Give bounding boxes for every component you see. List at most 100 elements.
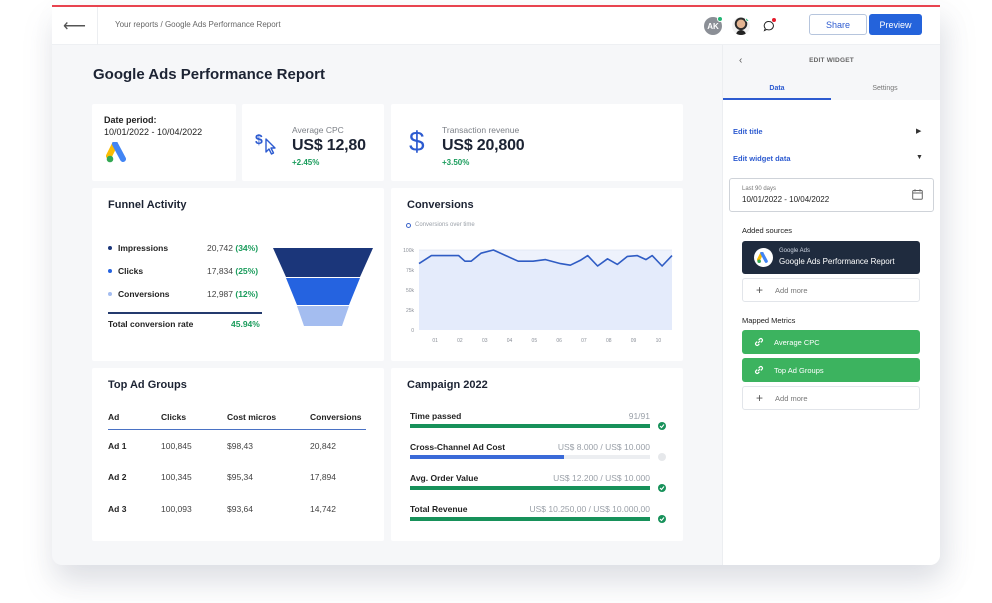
y-tick-label: 25k xyxy=(406,308,415,314)
check-circle-icon xyxy=(658,515,666,523)
goal-progress-fill xyxy=(410,455,564,459)
preview-button[interactable]: Preview xyxy=(869,14,922,35)
x-tick-label: 08 xyxy=(606,338,612,344)
goal-label: Avg. Order Value xyxy=(410,473,479,483)
x-tick-label: 07 xyxy=(581,338,587,344)
funnel-segment-conversions xyxy=(297,306,349,326)
date-period-label: Date period: 10/01/2022 - 10/04/2022 xyxy=(104,114,202,138)
edit-title-link[interactable]: Edit title xyxy=(733,127,763,136)
goal-value: US$ 12.200 / US$ 10.000 xyxy=(553,473,650,483)
top-ad-groups-card[interactable]: Top Ad Groups Ad Clicks Cost micros Conv… xyxy=(92,368,384,541)
cell-conversions: 20,842 xyxy=(310,440,336,451)
edit-widget-panel: ‹ EDIT WIDGET Data Settings Edit title ▶… xyxy=(722,45,940,565)
legend-label: Conversions over time xyxy=(415,222,475,228)
date-range-field[interactable]: Last 90 days 10/01/2022 - 10/04/2022 xyxy=(729,178,934,212)
column-header[interactable]: Clicks xyxy=(161,412,227,430)
x-tick-label: 01 xyxy=(432,338,438,344)
date-range-value: 10/01/2022 - 10/04/2022 xyxy=(742,195,830,204)
funnel-title: Funnel Activity xyxy=(108,199,187,211)
funnel-percent: (12%) xyxy=(235,289,259,299)
source-type: Google Ads xyxy=(779,248,811,254)
conversions-title: Conversions xyxy=(407,199,474,211)
chart-legend[interactable]: Conversions over time xyxy=(406,222,475,228)
column-header[interactable]: Ad xyxy=(108,412,161,430)
tab-data[interactable]: Data xyxy=(723,85,831,100)
funnel-row-conversions: Conversions xyxy=(108,289,170,299)
check-circle-icon xyxy=(658,422,666,430)
back-button[interactable]: ⟵ xyxy=(52,7,98,45)
metric-average-cpc[interactable]: Average CPC xyxy=(742,330,920,354)
cell-ad: Ad 2 xyxy=(108,472,127,483)
legend-dot xyxy=(108,246,112,250)
page-title: Google Ads Performance Report xyxy=(93,66,325,83)
avatar-ak[interactable]: AK xyxy=(704,16,723,35)
avatar-user-photo[interactable] xyxy=(732,17,750,35)
conversions-chart: 0 25k 50k 75k 100k 01 02 03 04 05 06 07 08 09 10 xyxy=(403,248,673,344)
goal-progress-bar xyxy=(410,455,650,459)
add-source-button[interactable]: + Add more xyxy=(742,278,920,302)
legend-dot xyxy=(108,292,112,296)
campaign-card[interactable]: Campaign 2022 Time passed 91/91 Cross-Chan… xyxy=(391,368,683,541)
metric-top-ad-groups[interactable]: Top Ad Groups xyxy=(742,358,920,382)
source-google-ads[interactable]: Google Ads Google Ads Performance Report xyxy=(742,241,920,274)
added-sources-label: Added sources xyxy=(742,226,793,235)
cell-clicks: 100,845 xyxy=(161,440,192,451)
funnel-activity-card[interactable]: Funnel Activity Impressions 20,742 (34%)… xyxy=(92,188,384,361)
google-ads-logo xyxy=(754,248,773,267)
cell-cost: $95,34 xyxy=(227,472,253,483)
add-metric-button[interactable]: + Add more xyxy=(742,386,920,410)
caret-down-icon[interactable]: ▼ xyxy=(916,154,923,161)
caret-right-icon[interactable]: ▶ xyxy=(916,127,921,135)
svg-text:$: $ xyxy=(255,131,263,147)
funnel-percent: (25%) xyxy=(235,266,259,276)
google-ads-logo xyxy=(106,142,126,163)
cell-clicks: 100,093 xyxy=(161,503,192,514)
goal-label: Cross-Channel Ad Cost xyxy=(410,442,506,452)
table-row[interactable]: Ad 3 100,093 $93,64 14,742 xyxy=(108,493,366,525)
cell-conversions: 14,742 xyxy=(310,503,336,514)
column-header[interactable]: Conversions xyxy=(310,412,366,430)
pending-circle-icon xyxy=(658,453,666,461)
plus-icon: + xyxy=(756,391,764,405)
funnel-segment-clicks xyxy=(286,278,360,305)
conversions-card[interactable]: Conversions Conversions over time 0 25k 50… xyxy=(391,188,683,361)
x-tick-label: 09 xyxy=(631,338,637,344)
date-period-value: 10/01/2022 - 10/04/2022 xyxy=(104,127,203,137)
edit-widget-data-link[interactable]: Edit widget data xyxy=(733,154,791,163)
transaction-revenue-value: US$ 20,800 xyxy=(442,137,525,154)
comments-button[interactable] xyxy=(760,17,778,35)
funnel-label: Impressions xyxy=(118,243,169,253)
share-button[interactable]: Share xyxy=(809,14,867,35)
column-header[interactable]: Cost micros xyxy=(227,412,310,430)
x-tick-label: 04 xyxy=(507,338,513,344)
plus-icon: + xyxy=(756,283,764,297)
x-tick-label: 05 xyxy=(532,338,538,344)
goal-progress-fill xyxy=(410,424,650,428)
cell-cost: $93,64 xyxy=(227,503,253,514)
breadcrumb[interactable]: Your reports / Google Ads Performance Re… xyxy=(115,20,281,29)
online-indicator xyxy=(717,16,723,22)
add-more-label: Add more xyxy=(775,285,808,295)
funnel-value-conversions: 12,987 (12%) xyxy=(207,289,258,299)
app-window: ⟵ Your reports / Google Ads Performance … xyxy=(52,5,940,565)
date-period-card[interactable]: Date period: 10/01/2022 - 10/04/2022 xyxy=(92,104,236,181)
funnel-row-clicks: Clicks xyxy=(108,266,143,276)
top-bar: ⟵ Your reports / Google Ads Performance … xyxy=(52,7,940,45)
average-cpc-card[interactable]: $ Average CPC US$ 12,80 +2.45% xyxy=(242,104,384,181)
online-indicator xyxy=(745,17,750,22)
transaction-revenue-card[interactable]: $ Transaction revenue US$ 20,800 +3.50% xyxy=(391,104,683,181)
table-row[interactable]: Ad 2 100,345 $95,34 17,894 xyxy=(108,462,366,494)
campaign-title: Campaign 2022 xyxy=(407,379,488,391)
cell-conversions: 17,894 xyxy=(310,472,336,483)
table-row[interactable]: Ad 1 100,845 $98,43 20,842 xyxy=(108,430,366,462)
tab-settings[interactable]: Settings xyxy=(831,85,939,100)
goal-progress-fill xyxy=(410,486,650,490)
funnel-value-clicks: 17,834 (25%) xyxy=(207,266,258,276)
y-tick-label: 75k xyxy=(406,268,415,274)
goal-progress-bar xyxy=(410,517,650,521)
metric-label: Top Ad Groups xyxy=(774,365,824,375)
avatar-initials: AK xyxy=(707,21,719,31)
x-tick-label: 03 xyxy=(482,338,488,344)
total-conversion-label: Total conversion rate xyxy=(108,319,194,329)
goal-progress-bar xyxy=(410,424,650,428)
